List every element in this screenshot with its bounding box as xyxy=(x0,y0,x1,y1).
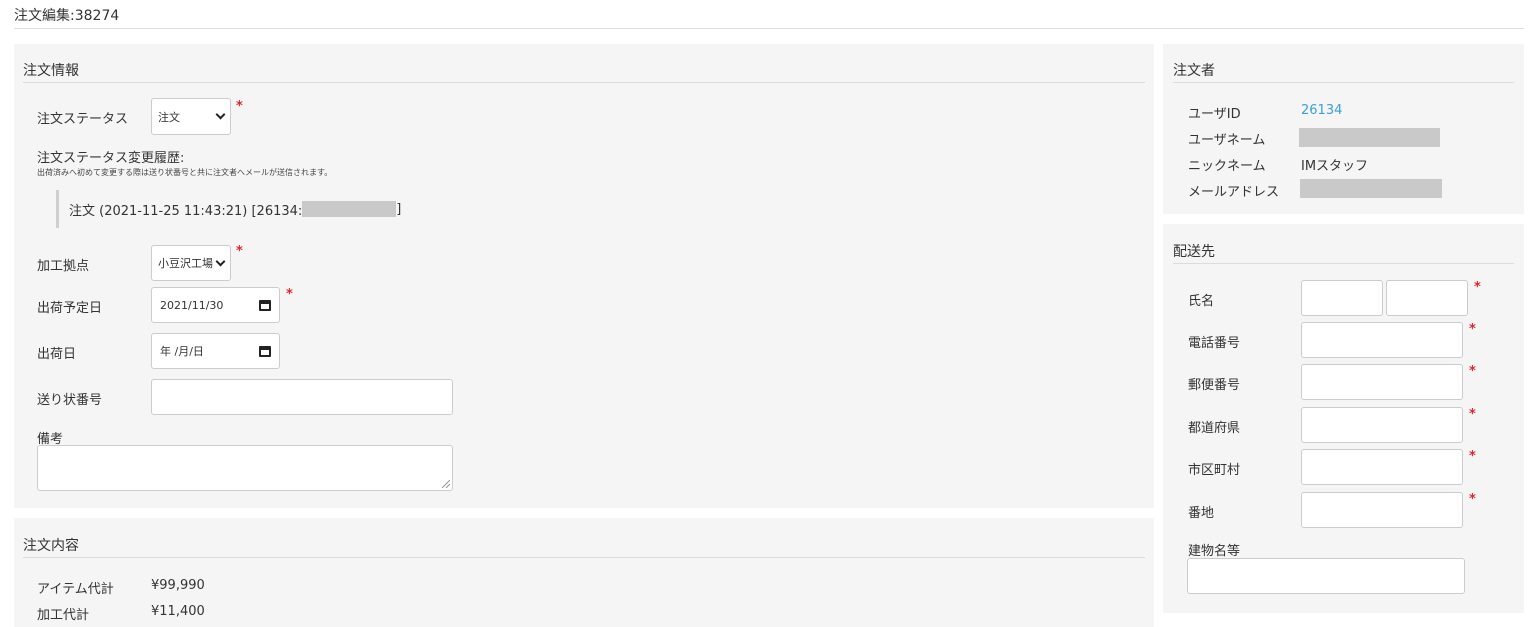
page-title: 注文編集:38274 xyxy=(14,8,120,24)
orderer-heading: 注文者 xyxy=(1173,63,1215,79)
calendar-icon[interactable] xyxy=(259,299,271,311)
required-marker: * xyxy=(236,244,243,259)
required-marker: * xyxy=(1469,322,1476,337)
user-id-label: ユーザID xyxy=(1188,107,1241,122)
order-info-divider xyxy=(23,82,1145,83)
scheduled-ship-date-label: 出荷予定日 xyxy=(37,301,103,316)
chevron-down-icon xyxy=(215,256,226,266)
status-history-label: 注文ステータス変更履歴: xyxy=(37,151,185,166)
factory-select[interactable]: 小豆沢工場 xyxy=(151,245,231,281)
last-name-input[interactable] xyxy=(1301,280,1383,316)
username-label: ユーザネーム xyxy=(1188,133,1266,148)
required-marker: * xyxy=(1469,449,1476,464)
ship-date-input[interactable]: 年 /月/日 xyxy=(151,333,280,369)
required-marker: * xyxy=(236,99,243,114)
street-label: 番地 xyxy=(1188,506,1215,521)
required-marker: * xyxy=(1474,280,1481,295)
ship-date-placeholder: 年 /月/日 xyxy=(160,345,204,358)
orderer-divider xyxy=(1173,82,1514,83)
history-entry-text: 注文 (2021-11-25 11:43:21) [26134: xyxy=(69,203,303,219)
street-input[interactable] xyxy=(1301,492,1463,528)
scheduled-ship-date-input[interactable]: 2021/11/30 xyxy=(151,287,280,323)
item-total-value: ¥99,990 xyxy=(151,578,205,593)
required-marker: * xyxy=(1469,407,1476,422)
building-label: 建物名等 xyxy=(1188,544,1241,559)
title-divider xyxy=(14,28,1524,29)
building-input[interactable] xyxy=(1187,558,1465,594)
first-name-input[interactable] xyxy=(1386,280,1468,316)
phone-label: 電話番号 xyxy=(1188,336,1241,351)
calendar-icon[interactable] xyxy=(259,345,271,357)
remarks-textarea[interactable] xyxy=(37,445,453,491)
nickname-label: ニックネーム xyxy=(1188,159,1266,174)
scheduled-ship-date-value: 2021/11/30 xyxy=(160,298,224,312)
phone-input[interactable] xyxy=(1301,322,1463,358)
status-history-note: 出荷済みへ初めて変更する際は送り状番号と共に注文者へメールが送信されます。 xyxy=(37,168,333,177)
city-input[interactable] xyxy=(1301,449,1463,485)
item-total-label: アイテム代計 xyxy=(37,582,114,597)
required-marker: * xyxy=(286,287,293,302)
ship-date-label: 出荷日 xyxy=(37,347,77,362)
postal-label: 郵便番号 xyxy=(1188,378,1241,393)
order-content-divider xyxy=(23,557,1145,558)
processing-total-value: ¥11,400 xyxy=(151,604,205,619)
order-status-value: 注文 xyxy=(158,110,180,124)
tracking-number-label: 送り状番号 xyxy=(37,393,103,408)
postal-input[interactable] xyxy=(1301,364,1463,400)
required-marker: * xyxy=(1469,492,1476,507)
order-info-heading: 注文情報 xyxy=(23,63,79,79)
city-label: 市区町村 xyxy=(1188,463,1241,478)
nickname-value: IMスタッフ xyxy=(1301,159,1369,174)
order-status-label: 注文ステータス xyxy=(37,112,129,127)
prefecture-input[interactable] xyxy=(1301,407,1463,443)
status-history-entry: 注文 (2021-11-25 11:43:21) [26134: ] xyxy=(56,190,401,228)
email-label: メールアドレス xyxy=(1188,185,1280,200)
prefecture-label: 都道府県 xyxy=(1188,421,1241,436)
redacted-block xyxy=(302,201,397,217)
resize-handle-icon[interactable] xyxy=(442,480,450,488)
required-marker: * xyxy=(1469,364,1476,379)
processing-total-label: 加工代計 xyxy=(37,608,90,623)
email-redacted xyxy=(1300,179,1442,198)
shipping-heading: 配送先 xyxy=(1173,244,1215,260)
username-redacted xyxy=(1299,128,1440,147)
tracking-number-input[interactable] xyxy=(151,379,453,415)
user-id-link[interactable]: 26134 xyxy=(1301,103,1342,118)
factory-label: 加工拠点 xyxy=(37,259,90,274)
name-label: 氏名 xyxy=(1188,294,1215,309)
order-content-heading: 注文内容 xyxy=(23,538,79,554)
order-status-select[interactable]: 注文 xyxy=(151,98,231,135)
factory-value: 小豆沢工場 xyxy=(158,257,213,270)
chevron-down-icon xyxy=(215,109,226,120)
shipping-divider xyxy=(1173,263,1514,264)
history-entry-close: ] xyxy=(396,201,402,217)
